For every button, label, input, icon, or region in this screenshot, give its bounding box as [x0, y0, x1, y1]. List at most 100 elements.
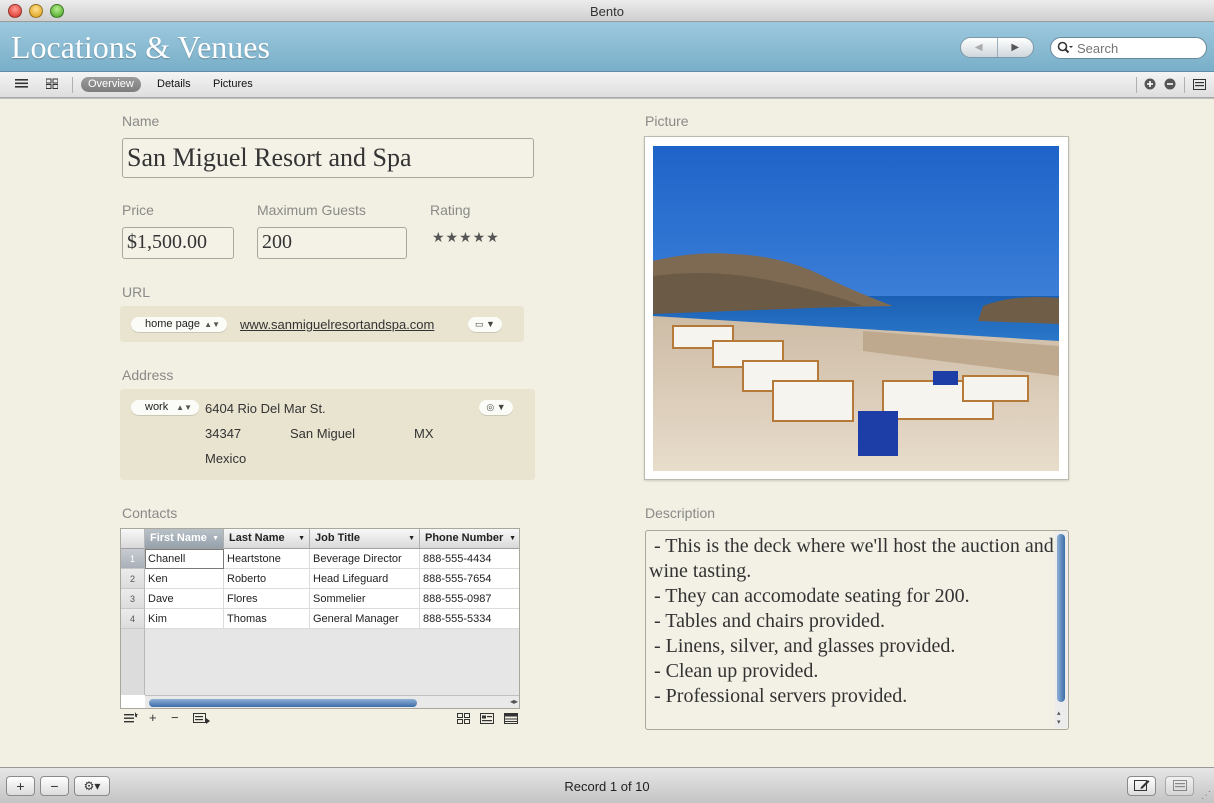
- table-cell[interactable]: Head Lifeguard: [310, 569, 420, 589]
- resize-grip-icon[interactable]: ⋰: [1201, 790, 1211, 801]
- window-title: Bento: [590, 4, 624, 19]
- table-cell[interactable]: Dave: [145, 589, 224, 609]
- sort-arrow-icon: ▼: [408, 535, 415, 542]
- toolbar-divider: [72, 77, 73, 93]
- view-toolbar: Overview Details Pictures: [0, 72, 1214, 98]
- table-cell[interactable]: Heartstone: [224, 549, 310, 569]
- empty-table-area: [145, 629, 519, 695]
- address-city[interactable]: San Miguel: [290, 426, 355, 441]
- edit-form-button[interactable]: [1127, 776, 1156, 796]
- rating-stars[interactable]: ★★★★★: [432, 229, 500, 246]
- table-cell[interactable]: Ken: [145, 569, 224, 589]
- grid-view-icon[interactable]: [45, 78, 59, 92]
- search-field[interactable]: [1050, 37, 1207, 59]
- row-number[interactable]: 4: [121, 609, 145, 629]
- vertical-scrollbar[interactable]: ▴ ▾: [1055, 532, 1067, 728]
- address-street[interactable]: 6404 Rio Del Mar St.: [205, 401, 326, 416]
- form-layout-icon[interactable]: [480, 712, 494, 727]
- column-header-label: Last Name: [229, 532, 285, 544]
- contacts-table: First Name ▼ Last Name ▼ Job Title ▼ Phone …: [120, 528, 520, 709]
- table-cell[interactable]: 888-555-7654: [420, 569, 519, 589]
- row-number[interactable]: 3: [121, 589, 145, 609]
- scrollbar-thumb[interactable]: [1057, 534, 1065, 702]
- record-navigation: ◀ ▶: [960, 37, 1034, 58]
- url-type-popup[interactable]: home page ▲▼: [131, 317, 227, 332]
- scroll-arrows-icon[interactable]: ◂▸: [510, 697, 518, 706]
- table-cell[interactable]: Flores: [224, 589, 310, 609]
- fields-list-icon[interactable]: [1193, 79, 1206, 93]
- price-label: Price: [122, 202, 154, 218]
- sort-arrow-icon: ▼: [298, 535, 305, 542]
- column-header-label: First Name: [150, 532, 207, 544]
- add-tab-icon[interactable]: [1144, 78, 1156, 93]
- library-header: Locations & Venues ◀ ▶: [0, 22, 1214, 72]
- address-zip[interactable]: 34347: [205, 426, 241, 441]
- table-cell[interactable]: Kim: [145, 609, 224, 629]
- description-field[interactable]: - This is the deck where we'll host the …: [645, 530, 1069, 730]
- edit-form-icon: [1133, 778, 1150, 794]
- horizontal-scrollbar[interactable]: ◂▸: [145, 695, 519, 708]
- column-header-last-name[interactable]: Last Name ▼: [224, 529, 310, 549]
- edit-related-records-icon[interactable]: [193, 712, 210, 727]
- table-layout-icon[interactable]: [504, 712, 518, 727]
- maximum-guests-field[interactable]: 200: [257, 227, 407, 259]
- record-form: Name San Miguel Resort and Spa Price $1,…: [0, 99, 1214, 767]
- remove-row-icon[interactable]: −: [171, 710, 179, 725]
- url-field-box: home page ▲▼ www.sanmiguelresortandspa.c…: [120, 306, 524, 342]
- browser-window-icon: ▭ ▼: [475, 319, 495, 329]
- price-field[interactable]: $1,500.00: [122, 227, 234, 259]
- name-field[interactable]: San Miguel Resort and Spa: [122, 138, 534, 178]
- table-cell[interactable]: Chanell: [145, 549, 224, 569]
- target-icon: ◎ ▼: [486, 402, 506, 412]
- scrollbar-thumb[interactable]: [149, 699, 417, 707]
- picture-field[interactable]: [644, 136, 1069, 480]
- address-country[interactable]: Mexico: [205, 451, 246, 466]
- address-state[interactable]: MX: [414, 426, 434, 441]
- row-number[interactable]: 1: [121, 549, 145, 569]
- toolbar-divider: [1136, 77, 1137, 93]
- table-cell[interactable]: 888-555-0987: [420, 589, 519, 609]
- address-field-box: work ▲▼ 6404 Rio Del Mar St. 34347 San M…: [120, 389, 535, 480]
- url-link[interactable]: www.sanmiguelresortandspa.com: [240, 317, 434, 332]
- table-corner: [121, 529, 145, 549]
- table-cell[interactable]: 888-555-4434: [420, 549, 519, 569]
- add-row-icon[interactable]: +: [149, 710, 157, 725]
- description-label: Description: [645, 505, 716, 521]
- search-icon: [1057, 41, 1073, 58]
- table-cell[interactable]: Beverage Director: [310, 549, 420, 569]
- list-view-icon[interactable]: [15, 78, 28, 92]
- table-cell[interactable]: Sommelier: [310, 589, 420, 609]
- open-url-button[interactable]: ▭ ▼: [468, 317, 502, 332]
- table-cell[interactable]: 888-555-5334: [420, 609, 519, 629]
- column-header-job-title[interactable]: Job Title ▼: [310, 529, 420, 549]
- description-text[interactable]: - This is the deck where we'll host the …: [649, 534, 1054, 709]
- url-label: URL: [122, 284, 151, 300]
- tab-details[interactable]: Details: [150, 77, 198, 92]
- contacts-label: Contacts: [122, 505, 178, 521]
- library-title: Locations & Venues: [11, 29, 270, 65]
- row-number[interactable]: 2: [121, 569, 145, 589]
- contacts-table-footer: + −: [120, 710, 521, 730]
- table-cell[interactable]: Thomas: [224, 609, 310, 629]
- maximum-guests-label: Maximum Guests: [257, 202, 366, 218]
- column-header-first-name[interactable]: First Name ▼: [145, 529, 224, 549]
- scroll-arrows-icon[interactable]: ▴ ▾: [1057, 709, 1061, 727]
- remove-tab-icon[interactable]: [1164, 78, 1176, 93]
- tab-overview[interactable]: Overview: [81, 77, 141, 92]
- back-arrow-icon[interactable]: ◀: [961, 38, 998, 57]
- search-input[interactable]: [1077, 41, 1201, 56]
- name-label: Name: [122, 113, 160, 129]
- map-address-button[interactable]: ◎ ▼: [479, 400, 513, 415]
- table-cell[interactable]: General Manager: [310, 609, 420, 629]
- address-label: Address: [122, 367, 174, 383]
- show-fields-button[interactable]: [1165, 776, 1194, 796]
- tab-pictures[interactable]: Pictures: [206, 77, 260, 92]
- forward-arrow-icon[interactable]: ▶: [998, 38, 1034, 57]
- address-type-popup[interactable]: work ▲▼: [131, 400, 199, 415]
- new-related-record-icon[interactable]: [124, 712, 139, 727]
- fields-list-icon: [1172, 778, 1187, 794]
- table-cell[interactable]: Roberto: [224, 569, 310, 589]
- column-header-phone-number[interactable]: Phone Number ▼: [420, 529, 519, 549]
- grid-layout-icon[interactable]: [457, 712, 470, 727]
- sort-arrow-icon: ▼: [509, 535, 516, 542]
